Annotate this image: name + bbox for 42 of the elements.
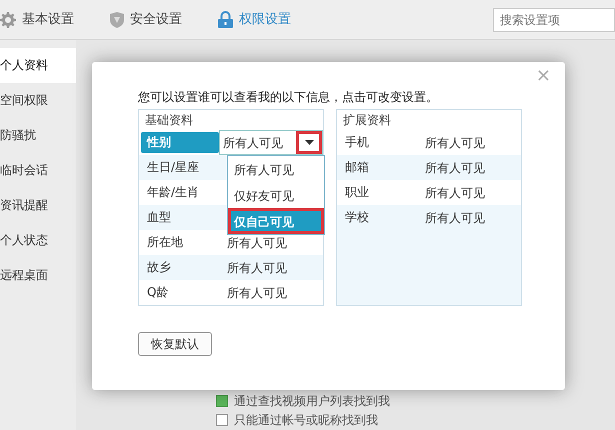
field-label: 所在地 xyxy=(146,234,184,251)
field-label: Q龄 xyxy=(146,284,170,301)
sidebar-item[interactable]: 防骚扰 xyxy=(0,118,76,153)
search-field[interactable]: 搜索设置项 xyxy=(493,8,615,32)
gear-icon xyxy=(0,12,16,28)
field-label: 生日/星座 xyxy=(146,159,200,176)
sidebar-item[interactable]: 个人资料 xyxy=(0,48,76,83)
field-label: 邮箱 xyxy=(344,159,370,176)
field-value: 所有人可见 xyxy=(424,160,485,176)
field-value: 所有人可见 xyxy=(424,134,485,152)
field-label: 职业 xyxy=(344,184,370,201)
sidebar-item[interactable]: 空间权限 xyxy=(0,83,76,118)
field-value: 所有人可见 xyxy=(226,284,287,302)
checkbox[interactable] xyxy=(216,394,228,406)
panel-title: 基础资料 xyxy=(139,110,323,130)
field-label: 学校 xyxy=(344,209,370,226)
field-value: 所有人可见 xyxy=(424,210,485,226)
option-label: 通过查找视频用户列表找到我 xyxy=(234,392,390,410)
field-label: 年龄/生肖 xyxy=(146,184,200,201)
visibility-select[interactable]: 所有人可见 xyxy=(219,130,323,155)
sidebar-item[interactable]: 个人状态 xyxy=(0,223,76,258)
field-value: 所有人可见 xyxy=(226,260,287,276)
settings-tab[interactable]: 安全设置 xyxy=(110,10,182,30)
intro-text: 您可以设置谁可以查看我的以下信息，点击可改变设置。 xyxy=(138,89,439,106)
option-label: 只能通过帐号或昵称找到我 xyxy=(234,412,378,428)
sidebar-item[interactable]: 资讯提醒 xyxy=(0,188,76,223)
field-label: 手机 xyxy=(344,134,370,151)
lock-icon xyxy=(218,11,233,28)
dropdown-button[interactable] xyxy=(296,131,322,154)
shield-icon xyxy=(110,12,124,28)
field-value: 所有人可见 xyxy=(226,234,287,252)
select-value: 所有人可见 xyxy=(223,134,283,152)
field-label: 故乡 xyxy=(146,259,172,276)
settings-tab[interactable]: 基本设置 xyxy=(0,10,74,30)
checkbox[interactable] xyxy=(216,414,228,426)
sidebar-item[interactable]: 临时会话 xyxy=(0,153,76,188)
sidebar-item[interactable]: 远程桌面 xyxy=(0,258,76,293)
field-value: 所有人可见 xyxy=(424,184,485,202)
caret-icon xyxy=(304,140,314,145)
reset-button[interactable]: 恢复默认 xyxy=(138,332,212,356)
panel-title: 扩展资料 xyxy=(337,110,521,130)
field-label: 血型 xyxy=(146,209,172,226)
